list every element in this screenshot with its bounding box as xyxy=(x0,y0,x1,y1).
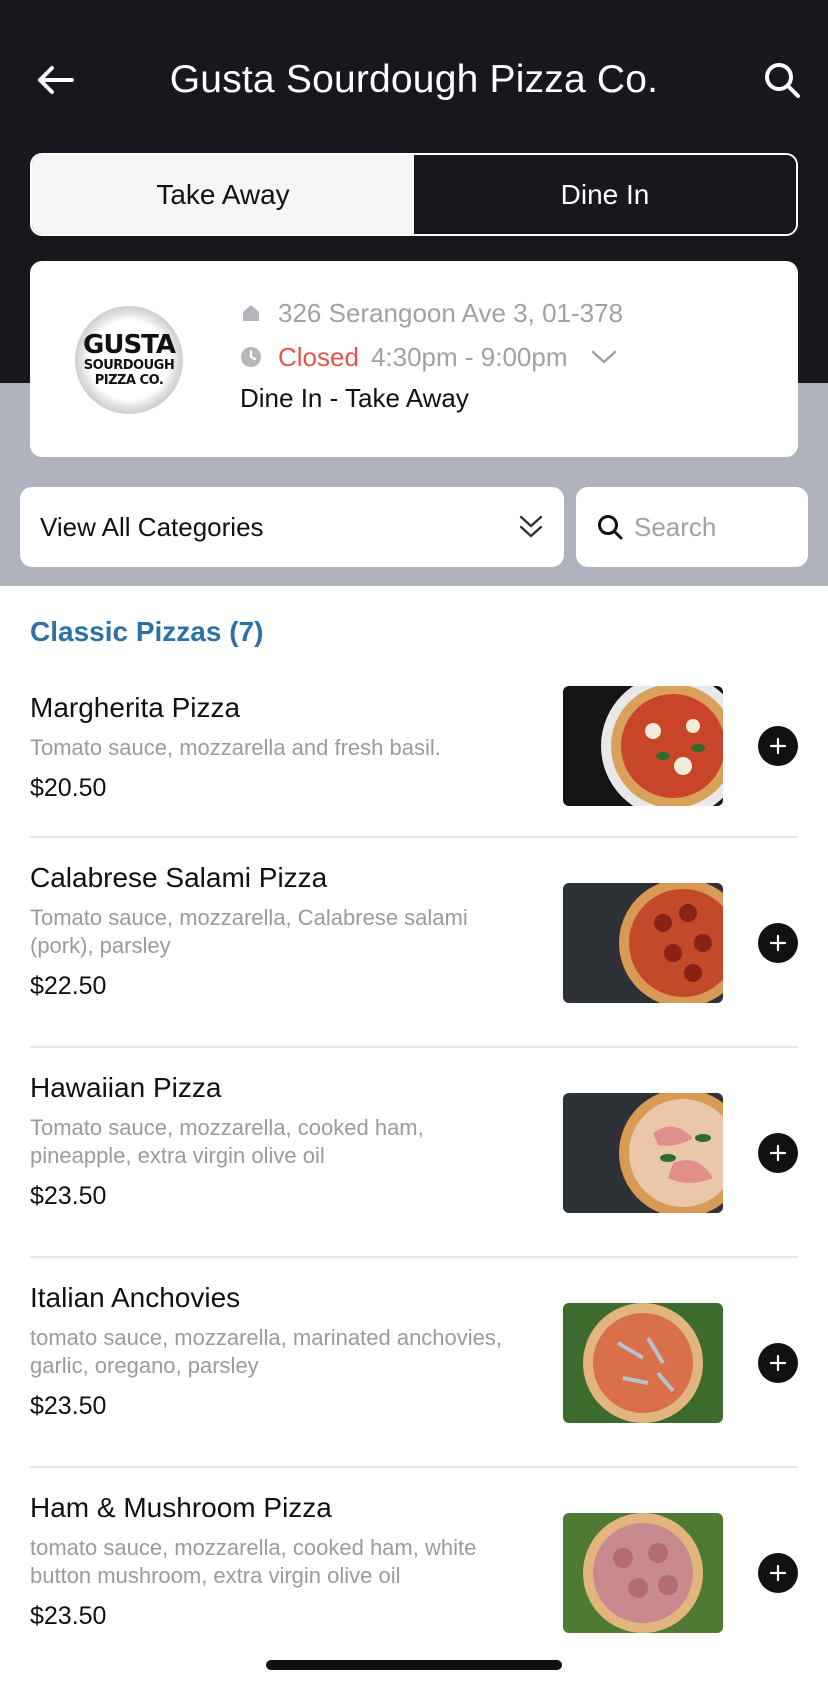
store-info-card: GUSTA SOURDOUGH PIZZA CO. 326 Serangoon … xyxy=(30,261,798,457)
add-item-button[interactable] xyxy=(758,1553,798,1593)
order-type-toggle: Take Away Dine In xyxy=(30,153,798,236)
menu-item[interactable]: Italian Anchovies tomato sauce, mozzarel… xyxy=(30,1258,798,1468)
plus-icon xyxy=(769,1564,787,1582)
take-away-option[interactable]: Take Away xyxy=(32,155,414,234)
item-description: tomato sauce, mozzarella, marinated anch… xyxy=(30,1325,503,1378)
plus-icon xyxy=(769,1354,787,1372)
search-icon xyxy=(765,63,800,98)
add-item-button[interactable] xyxy=(758,726,798,766)
dine-in-option[interactable]: Dine In xyxy=(414,155,796,234)
item-image xyxy=(563,686,723,806)
add-item-button[interactable] xyxy=(758,1133,798,1173)
chevron-down-icon xyxy=(591,350,616,364)
logo-text-line-2: SOURDOUGH xyxy=(83,358,175,373)
menu-item[interactable]: Hawaiian Pizza Tomato sauce, mozzarella,… xyxy=(30,1048,798,1258)
menu-search-input[interactable] xyxy=(632,510,786,544)
menu-search-box xyxy=(576,487,808,567)
item-description: Tomato sauce, mozzarella, Calabrese sala… xyxy=(30,905,468,958)
item-image xyxy=(563,1513,723,1633)
app-header: Gusta Sourdough Pizza Co. xyxy=(0,0,828,160)
arrow-left-icon xyxy=(38,66,74,94)
hours-expand-button[interactable] xyxy=(590,347,618,367)
plus-icon xyxy=(769,737,787,755)
menu-item[interactable]: Calabrese Salami Pizza Tomato sauce, moz… xyxy=(30,838,798,1048)
store-logo: GUSTA SOURDOUGH PIZZA CO. xyxy=(64,295,194,425)
hours-row: Closed 4:30pm - 9:00pm xyxy=(240,335,778,379)
store-details: 326 Serangoon Ave 3, 01-378 Closed 4:30p… xyxy=(240,291,778,414)
store-hours: 4:30pm - 9:00pm xyxy=(370,341,568,372)
item-description: Tomato sauce, mozzarella and fresh basil… xyxy=(30,735,441,760)
menu-item[interactable]: Margherita Pizza Tomato sauce, mozzarell… xyxy=(30,676,798,838)
plus-icon xyxy=(769,934,787,952)
category-dropdown[interactable]: View All Categories xyxy=(20,487,564,567)
home-icon xyxy=(240,302,262,324)
item-image xyxy=(563,883,723,1003)
item-description: tomato sauce, mozzarella, cooked ham, wh… xyxy=(30,1535,477,1588)
back-button[interactable] xyxy=(24,56,88,104)
page-title: Gusta Sourdough Pizza Co. xyxy=(169,58,659,101)
search-icon xyxy=(598,515,623,540)
service-modes: Dine In - Take Away xyxy=(240,383,469,413)
logo-text-line-1: GUSTA xyxy=(82,330,176,360)
address-row: 326 Serangoon Ave 3, 01-378 xyxy=(240,291,778,335)
category-dropdown-label: View All Categories xyxy=(40,511,264,542)
logo-text-line-3: PIZZA CO. xyxy=(94,373,164,388)
add-item-button[interactable] xyxy=(758,923,798,963)
clock-icon xyxy=(240,346,262,368)
header-search-button[interactable] xyxy=(754,52,810,108)
home-indicator xyxy=(266,1660,562,1670)
item-description: Tomato sauce, mozzarella, cooked ham, pi… xyxy=(30,1115,424,1168)
menu-item-list: Margherita Pizza Tomato sauce, mozzarell… xyxy=(30,676,798,1668)
item-image xyxy=(563,1093,723,1213)
store-address: 326 Serangoon Ave 3, 01-378 xyxy=(278,297,624,328)
section-title: Classic Pizzas (7) xyxy=(30,616,264,647)
menu-item[interactable]: Ham & Mushroom Pizza tomato sauce, mozza… xyxy=(30,1468,798,1668)
store-status: Closed xyxy=(278,341,359,372)
plus-icon xyxy=(769,1144,787,1162)
double-chevron-down-icon xyxy=(519,515,543,538)
item-image xyxy=(563,1303,723,1423)
add-item-button[interactable] xyxy=(758,1343,798,1383)
